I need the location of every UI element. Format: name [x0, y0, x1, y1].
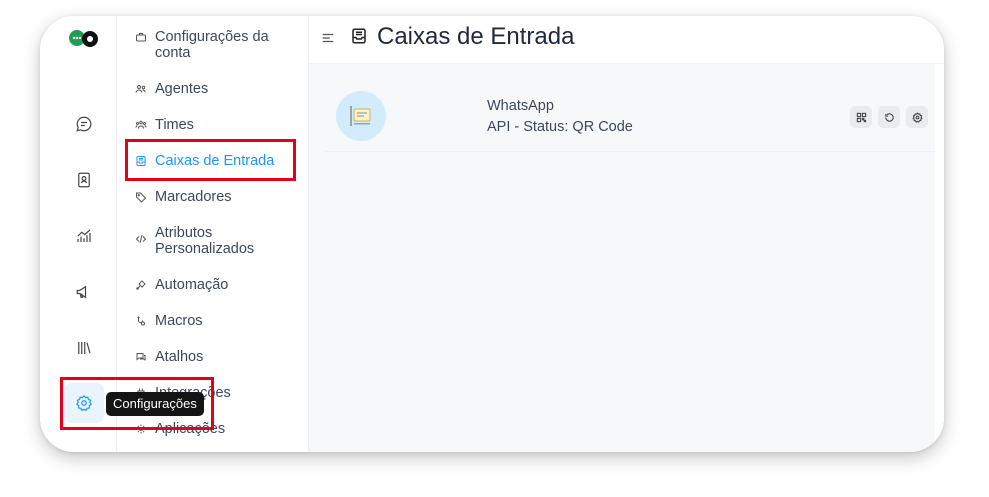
sidebar-item-automation[interactable]: Automação [133, 277, 301, 293]
sidebar-item-teams[interactable]: Times [133, 117, 301, 133]
primary-nav-rail [40, 16, 117, 452]
settings-sidebar: Configurações da conta Agentes Times Cai… [117, 16, 309, 452]
campaigns-icon [75, 283, 93, 301]
contacts-icon [75, 171, 93, 189]
inbox-settings-button[interactable] [906, 106, 928, 128]
sidebar-item-label: Marcadores [155, 189, 232, 205]
qr-code-icon [856, 112, 867, 123]
tag-icon [133, 189, 149, 205]
sidebar-item-custom-attributes[interactable]: Atributos Personalizados [133, 225, 301, 257]
sidebar-item-label: Automação [155, 277, 229, 293]
sidebar-item-inboxes[interactable]: Caixas de Entrada [133, 153, 301, 169]
code-icon [133, 231, 149, 247]
inbox-channel-icon [348, 103, 374, 129]
sidebar-item-macros[interactable]: Macros [133, 313, 301, 329]
contacts-button[interactable] [64, 160, 104, 200]
app-window: Configurações da conta Agentes Times Cai… [40, 16, 944, 452]
inbox-name: WhatsApp [487, 98, 554, 114]
settings-button[interactable] [64, 383, 104, 423]
sidebar-item-label: Times [155, 117, 194, 133]
sidebar-item-label: Atalhos [155, 349, 204, 365]
sidebar-item-label: Aplicações [155, 421, 226, 437]
sidebar-item-label: Atributos Personalizados [155, 225, 255, 257]
scrollbar[interactable] [935, 64, 944, 452]
inbox-icon [350, 27, 368, 45]
sidebar-item-label: Configurações da conta [155, 29, 269, 61]
refresh-icon [884, 112, 895, 123]
reports-icon [75, 227, 93, 245]
chat-icon [133, 349, 149, 365]
settings-tooltip: Configurações [106, 392, 204, 416]
sidebar-item-label: Agentes [155, 81, 209, 97]
team-icon [133, 117, 149, 133]
sidebar-item-account-settings[interactable]: Configurações da conta [133, 29, 301, 61]
reports-button[interactable] [64, 216, 104, 256]
menu-icon[interactable] [321, 31, 335, 45]
qr-code-button[interactable] [850, 106, 872, 128]
conversations-button[interactable] [64, 104, 104, 144]
macros-icon [133, 313, 149, 329]
sidebar-item-label: Macros [155, 313, 203, 329]
settings-icon [75, 394, 93, 412]
sidebar-item-apps[interactable]: Aplicações [133, 421, 301, 437]
sidebar-item-labels[interactable]: Marcadores [133, 189, 301, 205]
inbox-avatar [336, 91, 386, 141]
automation-icon [133, 277, 149, 293]
inbox-list: WhatsApp API - Status: QR Code [309, 64, 935, 452]
sidebar-item-shortcuts[interactable]: Atalhos [133, 349, 301, 365]
briefcase-icon [133, 29, 149, 45]
inbox-status: API - Status: QR Code [487, 119, 633, 135]
conversations-icon [75, 115, 93, 133]
library-button[interactable] [64, 328, 104, 368]
inbox-icon [133, 153, 149, 169]
page-title: Caixas de Entrada [377, 23, 575, 50]
page-header: Caixas de Entrada [309, 16, 944, 64]
people-icon [133, 81, 149, 97]
list-item[interactable]: WhatsApp API - Status: QR Code [325, 64, 935, 152]
sidebar-item-label: Caixas de Entrada [155, 153, 275, 169]
sidebar-item-agents[interactable]: Agentes [133, 81, 301, 97]
main-panel: Caixas de Entrada WhatsApp API - Status: [309, 16, 944, 452]
gear-icon [911, 111, 923, 123]
apps-icon [133, 421, 149, 437]
library-icon [75, 339, 93, 357]
campaigns-button[interactable] [64, 272, 104, 312]
reconnect-button[interactable] [878, 106, 900, 128]
logo [68, 29, 104, 49]
